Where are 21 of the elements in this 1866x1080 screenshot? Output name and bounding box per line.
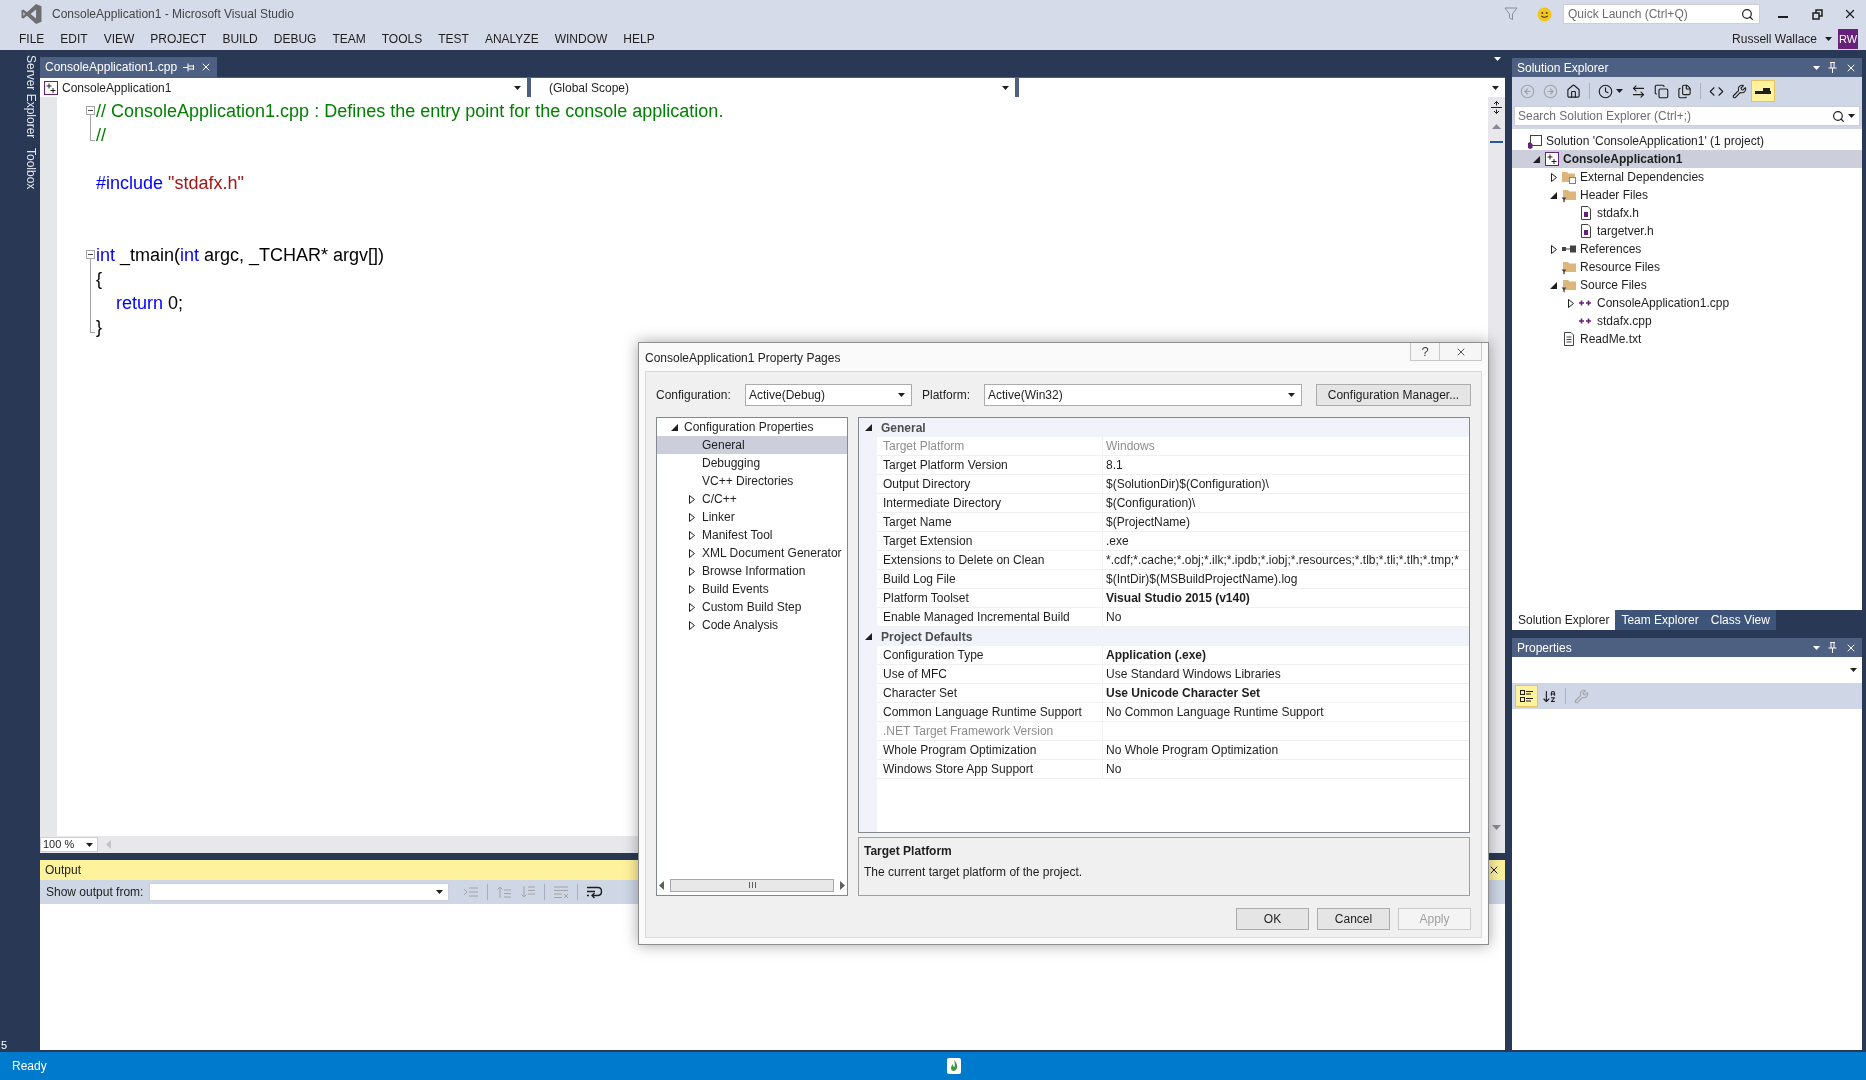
description-text: The current target platform of the project.	[864, 864, 1084, 881]
code-line: return 0;	[115, 292, 184, 314]
code-line: #include "stdafx.h"	[96, 172, 244, 194]
group-title: General	[881, 419, 926, 437]
field-label: Show output from:	[46, 884, 144, 901]
description-title: Target Platform	[864, 843, 953, 860]
panel-title: Properties	[1517, 639, 1572, 657]
code-line: }	[96, 316, 102, 338]
code-line: //	[96, 124, 106, 146]
edge-text: 5	[0, 1039, 9, 1052]
code-line: int _tmain(int argc, _TCHAR* argv[])	[96, 244, 385, 266]
window-title: ConsoleApplication1 - Microsoft Visual Studio	[52, 6, 294, 23]
group-title: Project Defaults	[881, 628, 973, 646]
code-line: {	[96, 268, 102, 290]
dialog-title: ConsoleApplication1 Property Pages	[645, 350, 841, 367]
status-text: Ready	[12, 1058, 47, 1075]
field-label: Configuration:	[656, 387, 731, 402]
panel-title: Solution Explorer	[1517, 59, 1609, 77]
field-label: Platform:	[922, 387, 970, 402]
panel-title: Output	[45, 862, 82, 879]
code-line: // ConsoleApplication1.cpp : Defines the entry point for the console application.	[96, 100, 724, 122]
